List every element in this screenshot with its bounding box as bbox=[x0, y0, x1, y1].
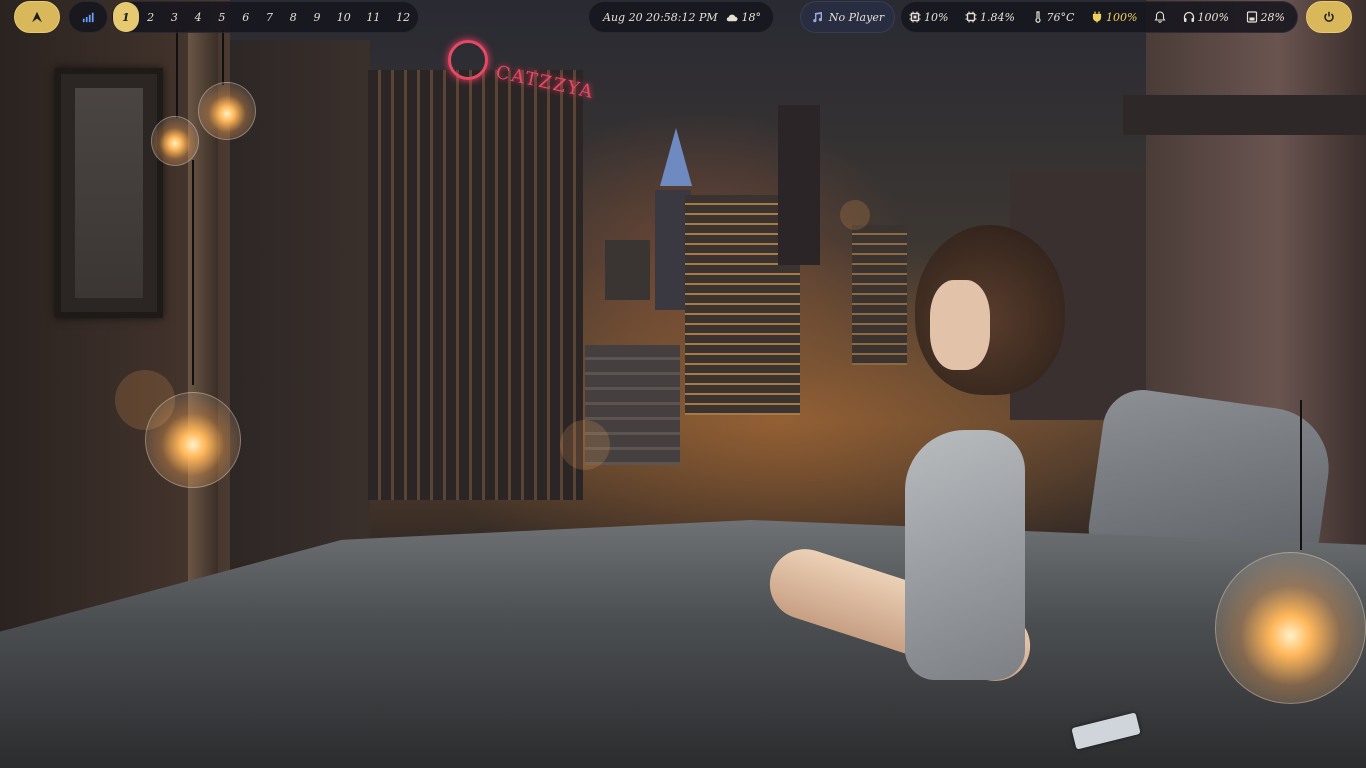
volume-value: 100% bbox=[1197, 10, 1229, 24]
workspace-10-button[interactable]: 10 bbox=[329, 2, 359, 32]
lamp-cord bbox=[222, 30, 224, 85]
chip-icon bbox=[965, 11, 977, 23]
power-button[interactable] bbox=[1306, 1, 1352, 33]
building bbox=[605, 240, 650, 300]
system-stats: 10% 1.84% 76°C 100% 100% 28% bbox=[900, 1, 1298, 33]
cpu-usage[interactable]: 10% bbox=[909, 11, 948, 24]
workspace-5-button[interactable]: 5 bbox=[210, 2, 234, 32]
weather-temperature: 18° bbox=[741, 10, 762, 24]
memory-value: 1.84% bbox=[980, 10, 1015, 24]
character-shirt bbox=[905, 430, 1025, 680]
thermometer-icon bbox=[1032, 11, 1044, 23]
volume-control[interactable]: 100% bbox=[1183, 11, 1229, 24]
workspace-1-button[interactable]: 1 bbox=[113, 2, 139, 32]
wall-poster bbox=[55, 68, 163, 318]
wall-shelf bbox=[1123, 95, 1366, 135]
workspace-11-button[interactable]: 11 bbox=[359, 2, 389, 32]
tower-spire bbox=[660, 128, 692, 186]
power-icon bbox=[1323, 11, 1335, 23]
workspace-4-button[interactable]: 4 bbox=[186, 2, 210, 32]
music-note-icon bbox=[811, 11, 823, 23]
workspace-7-button[interactable]: 7 bbox=[258, 2, 282, 32]
bell-icon bbox=[1154, 11, 1166, 23]
workspace-12-button[interactable]: 12 bbox=[388, 2, 418, 32]
light-bulb bbox=[198, 82, 256, 140]
lamp-cord bbox=[1300, 400, 1302, 550]
plug-icon bbox=[1091, 11, 1103, 23]
light-bulb bbox=[151, 116, 199, 166]
workspace-9-button[interactable]: 9 bbox=[305, 2, 329, 32]
light-bulb bbox=[1215, 552, 1366, 704]
neon-logo bbox=[448, 40, 488, 80]
clock-datetime: Aug 20 20:58:12 PM bbox=[603, 10, 718, 24]
workspace-2-button[interactable]: 2 bbox=[139, 2, 163, 32]
building bbox=[852, 225, 907, 365]
cpu-value: 10% bbox=[924, 10, 949, 24]
workspace-6-button[interactable]: 6 bbox=[234, 2, 258, 32]
bokeh-light bbox=[560, 420, 610, 470]
battery-value: 100% bbox=[1105, 10, 1138, 24]
network-indicator[interactable] bbox=[68, 1, 108, 33]
wifi-signal-icon bbox=[82, 11, 94, 23]
desktop-wallpaper: CATZZYA bbox=[0, 0, 1366, 768]
clock-widget[interactable]: Aug 20 20:58:12 PM 18° bbox=[588, 1, 774, 33]
app-launcher-button[interactable] bbox=[14, 1, 60, 33]
media-player-widget[interactable]: No Player bbox=[800, 1, 895, 33]
top-bar: 1 2 3 4 5 6 7 8 9 10 11 12 Aug 20 20:58:… bbox=[0, 0, 1366, 34]
workspace-3-button[interactable]: 3 bbox=[163, 2, 187, 32]
temperature-value: 76°C bbox=[1046, 10, 1075, 24]
disk-value: 28% bbox=[1260, 10, 1285, 24]
character-face bbox=[930, 280, 990, 370]
temperature-reading[interactable]: 76°C bbox=[1032, 10, 1075, 24]
workspace-8-button[interactable]: 8 bbox=[281, 2, 305, 32]
cpu-icon bbox=[909, 11, 921, 23]
cloud-icon bbox=[726, 11, 738, 23]
arch-logo-icon bbox=[31, 11, 43, 23]
disk-usage[interactable]: 28% bbox=[1246, 11, 1285, 24]
disk-icon bbox=[1246, 11, 1258, 23]
light-bulb bbox=[145, 392, 241, 488]
lamp-cord bbox=[176, 30, 178, 118]
workspace-switcher: 1 2 3 4 5 6 7 8 9 10 11 12 bbox=[111, 1, 419, 33]
battery-status[interactable]: 100% bbox=[1091, 11, 1137, 24]
bokeh-light bbox=[840, 200, 870, 230]
headphones-icon bbox=[1183, 11, 1195, 23]
weather-widget: 18° bbox=[726, 10, 762, 24]
player-status: No Player bbox=[828, 10, 885, 24]
notifications-button[interactable] bbox=[1154, 11, 1166, 23]
memory-usage[interactable]: 1.84% bbox=[965, 11, 1015, 24]
building bbox=[778, 105, 820, 265]
lamp-cord bbox=[192, 160, 194, 385]
building bbox=[368, 70, 583, 500]
